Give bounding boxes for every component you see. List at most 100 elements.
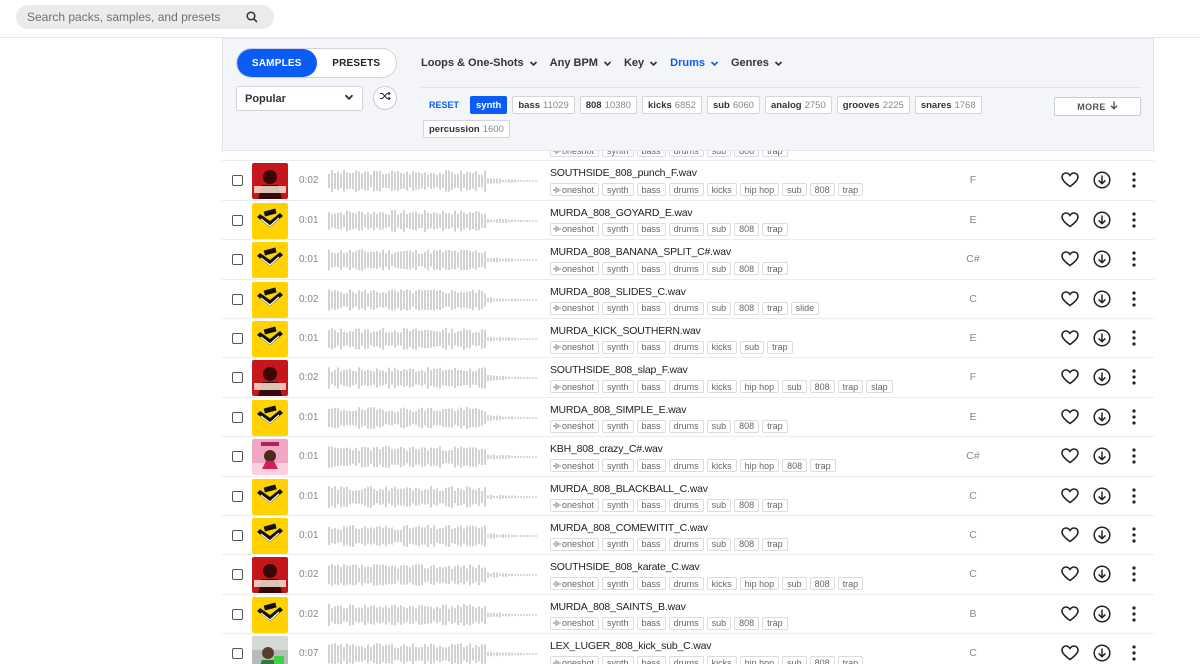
row-tag[interactable]: bass (636, 380, 666, 394)
tag-chip[interactable]: grooves 2225 (836, 96, 910, 114)
table-row[interactable]: 0:02 SOUTHSIDE_808_slap_F.wav oneshot synth… (222, 358, 1154, 398)
table-row[interactable]: 0:01 MURDA_808_COMEWITIT_C.wav oneshot synt… (222, 516, 1154, 556)
row-tag[interactable]: synth (602, 498, 634, 512)
more-options-icon[interactable] (1124, 564, 1144, 584)
row-tag[interactable]: trap (837, 577, 864, 591)
row-tag[interactable]: sub (739, 340, 765, 354)
reset-button[interactable]: RESET (423, 96, 466, 114)
row-tag[interactable]: 808 (809, 656, 835, 664)
row-tag[interactable]: drums (668, 419, 704, 433)
table-row[interactable]: 0:01 KBH_808_crazy_C#.wav oneshot synth bass… (222, 437, 1154, 477)
tab-samples[interactable]: SAMPLES (237, 49, 317, 77)
row-tag[interactable]: trap (810, 459, 836, 473)
row-tag[interactable]: 808 (734, 419, 760, 433)
row-tag[interactable]: sub (706, 419, 732, 433)
heart-icon[interactable] (1060, 643, 1080, 663)
row-tag[interactable]: oneshot (550, 340, 600, 354)
row-tag[interactable]: synth (602, 262, 634, 276)
cover-art-button[interactable] (252, 360, 288, 397)
cover-art-button[interactable] (252, 439, 288, 476)
table-row[interactable]: 0:02 SOUTHSIDE_808_karate_C.wav oneshot syn… (222, 555, 1154, 595)
sample-filename[interactable]: MURDA_808_SAINTS_B.wav (550, 601, 686, 613)
row-checkbox[interactable] (232, 451, 243, 463)
row-tag[interactable]: bass (636, 222, 666, 236)
waveform-area[interactable] (328, 169, 540, 193)
more-options-icon[interactable] (1124, 525, 1144, 545)
row-tag[interactable]: oneshot (550, 656, 600, 664)
waveform-area[interactable] (328, 563, 540, 587)
row-tag[interactable]: sub (706, 537, 732, 551)
more-options-icon[interactable] (1124, 249, 1144, 269)
row-tag[interactable]: drums (668, 222, 704, 236)
row-tag[interactable]: bass (636, 419, 666, 433)
waveform-area[interactable] (328, 445, 540, 469)
row-tag[interactable]: 808 (734, 222, 760, 236)
row-tag[interactable]: 808 (734, 616, 760, 630)
row-checkbox[interactable] (232, 529, 243, 541)
row-tag[interactable]: trap (837, 380, 864, 394)
row-tag[interactable]: drums (668, 380, 704, 394)
waveform-area[interactable] (328, 366, 540, 390)
sample-filename[interactable]: MURDA_808_BANANA_SPLIT_C#.wav (550, 246, 731, 258)
more-options-icon[interactable] (1124, 170, 1144, 190)
table-row[interactable]: 0:02 MURDA_808_SLIDES_C.wav oneshot synth ba… (222, 280, 1154, 319)
more-options-icon[interactable] (1124, 328, 1144, 348)
row-tag[interactable]: drums (668, 577, 704, 591)
table-row[interactable]: 0:02 MURDA_808_SAINTS_B.wav oneshot synth ba… (222, 595, 1154, 635)
more-options-icon[interactable] (1124, 604, 1144, 624)
tag-chip[interactable]: analog 2750 (764, 96, 832, 114)
row-tag[interactable]: sub (706, 498, 732, 512)
row-checkbox[interactable] (232, 372, 243, 384)
sample-filename[interactable]: MURDA_808_BLACKBALL_C.wav (550, 483, 708, 495)
download-icon[interactable] (1092, 407, 1112, 427)
row-tag[interactable]: synth (602, 537, 634, 551)
row-checkbox[interactable] (232, 648, 243, 660)
row-tag[interactable]: sub (782, 380, 807, 394)
row-tag[interactable]: sub (782, 183, 807, 197)
row-checkbox[interactable] (232, 254, 243, 266)
row-tag[interactable]: oneshot (550, 498, 600, 512)
row-tag[interactable]: oneshot (550, 616, 600, 630)
row-tag[interactable]: synth (602, 616, 634, 630)
row-tag[interactable]: kicks (706, 340, 737, 354)
row-tag[interactable]: drums (668, 183, 704, 197)
row-tag[interactable]: drums (668, 616, 704, 630)
row-tag[interactable]: bass (636, 301, 666, 315)
row-tag[interactable]: kicks (706, 380, 737, 394)
row-checkbox[interactable] (232, 411, 243, 423)
row-tag[interactable]: 808 (734, 498, 760, 512)
tag-chip[interactable]: sub 6060 (706, 96, 760, 114)
row-checkbox[interactable] (232, 332, 243, 344)
row-tag[interactable]: bass (636, 537, 666, 551)
sample-filename[interactable]: MURDA_KICK_SOUTHERN.wav (550, 325, 701, 337)
heart-icon[interactable] (1060, 486, 1080, 506)
waveform[interactable] (328, 642, 540, 664)
row-tag[interactable]: bass (636, 459, 666, 473)
search-box[interactable] (16, 5, 274, 29)
row-tag[interactable]: sub (782, 577, 807, 591)
heart-icon[interactable] (1060, 564, 1080, 584)
row-tag[interactable]: slap (866, 380, 893, 394)
row-tag[interactable]: synth (602, 419, 634, 433)
heart-icon[interactable] (1060, 289, 1080, 309)
row-tag[interactable]: drums (668, 459, 704, 473)
row-tag[interactable]: bass (636, 577, 666, 591)
download-icon[interactable] (1092, 289, 1112, 309)
more-options-icon[interactable] (1124, 407, 1144, 427)
row-tag[interactable]: drums (668, 340, 704, 354)
sample-filename[interactable]: SOUTHSIDE_808_punch_F.wav (550, 167, 697, 179)
row-tag[interactable]: synth (602, 459, 634, 473)
waveform-area[interactable] (328, 524, 540, 548)
row-tag[interactable]: slide (790, 301, 820, 315)
download-icon[interactable] (1092, 328, 1112, 348)
more-options-icon[interactable] (1124, 367, 1144, 387)
search-icon[interactable] (245, 10, 259, 24)
tag-chip[interactable]: snares 1768 (914, 96, 982, 114)
heart-icon[interactable] (1060, 604, 1080, 624)
row-tag[interactable]: hip hop (739, 183, 780, 197)
cover-art-button[interactable] (252, 399, 288, 436)
table-row[interactable]: 0:01 MURDA_808_GOYARD_E.wav oneshot synth ba… (222, 201, 1154, 241)
sample-filename[interactable]: MURDA_808_SLIDES_C.wav (550, 286, 686, 298)
table-row[interactable]: 0:01 MURDA_808_BANANA_SPLIT_C#.wav oneshot… (222, 240, 1154, 280)
download-icon[interactable] (1092, 446, 1112, 466)
